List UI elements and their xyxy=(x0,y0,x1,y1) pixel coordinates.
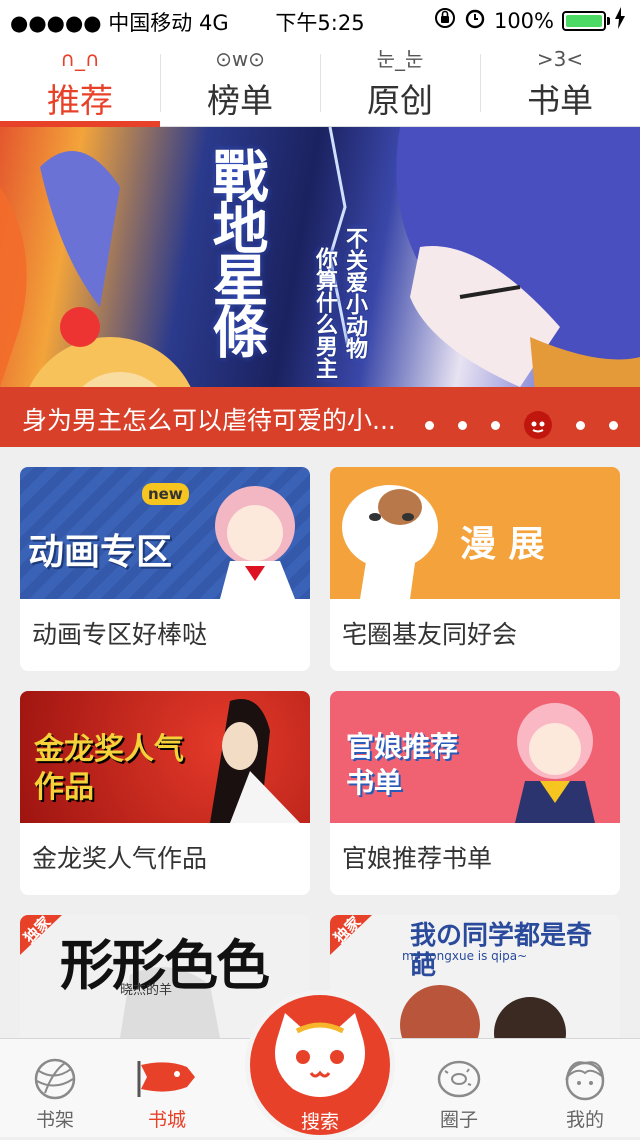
card-title: 官娘推荐书单 xyxy=(342,844,493,873)
category-tabs: ∩_∩ 推荐 ⊙w⊙ 榜单 눈_눈 原创 >3< 书单 xyxy=(0,40,640,127)
tab-emoticon: ∩_∩ xyxy=(60,47,100,71)
nav-label: 圈子 xyxy=(439,1109,478,1131)
carousel-dots xyxy=(425,411,618,439)
card-art-title: 动画专区 xyxy=(28,532,173,573)
carousel-dot[interactable] xyxy=(425,420,434,430)
nav-mine[interactable]: 我的 xyxy=(530,1039,640,1137)
charging-bolt-icon xyxy=(614,7,626,34)
search-button[interactable]: 搜索 xyxy=(245,990,395,1140)
alarm-icon xyxy=(464,7,486,34)
card-art-subtitle: my tongxue is qipa~ xyxy=(402,949,528,963)
status-right: 100% xyxy=(434,7,626,34)
card-art-title: 金龙奖人气作品 xyxy=(34,732,184,805)
donut-icon xyxy=(435,1057,483,1105)
topic-card-exhibition[interactable]: 漫 展 宅圈基友同好会 xyxy=(330,467,620,671)
rotation-lock-icon xyxy=(434,7,456,34)
tab-emoticon: ⊙w⊙ xyxy=(215,47,265,71)
status-bar: ●●●●● 中国移动 4G 下午5:25 100% xyxy=(0,0,640,40)
banner-caption: 身为男主怎么可以虐待可爱的小... xyxy=(22,406,396,435)
topic-card-golden-dragon[interactable]: 金龙奖人气作品 金龙奖人气作品 xyxy=(20,691,310,895)
carousel-dot[interactable] xyxy=(609,420,618,430)
carousel-dot-active-devil-icon[interactable] xyxy=(524,411,552,439)
nav-label: 书城 xyxy=(147,1109,186,1131)
tab-label: 书单 xyxy=(527,81,593,120)
tab-recommend[interactable]: ∩_∩ 推荐 xyxy=(0,40,160,127)
banner-subtitle-1: 不关爱小动物 xyxy=(342,227,367,359)
nav-label: 我的 xyxy=(565,1109,604,1131)
battery-percent: 100% xyxy=(493,8,554,33)
card-title: 金龙奖人气作品 xyxy=(32,844,208,873)
topic-card-official-picks[interactable]: 官娘推荐书单 官娘推荐书单 xyxy=(330,691,620,895)
carousel-dot[interactable] xyxy=(576,420,585,430)
card-art-author: 晓杰的羊 xyxy=(120,983,173,998)
nav-circle[interactable]: 圈子 xyxy=(404,1039,514,1137)
topic-card-animation[interactable]: 动画专区 new 动画专区好棒哒 xyxy=(20,467,310,671)
avatar-icon xyxy=(561,1057,609,1107)
banner-subtitle-2: 你算什么男主 xyxy=(312,247,337,379)
banner-caption-bar: 身为男主怎么可以虐待可爱的小... xyxy=(0,387,640,447)
tab-ranking[interactable]: ⊙w⊙ 榜单 xyxy=(160,40,320,126)
search-label: 搜索 xyxy=(300,1111,339,1133)
card-artwork: 漫 展 xyxy=(330,467,620,599)
yarn-ball-icon xyxy=(31,1057,79,1105)
card-title: 宅圈基友同好会 xyxy=(342,620,518,649)
nav-bookshelf[interactable]: 书架 xyxy=(0,1039,110,1137)
banner-title-art: 戰地星條 xyxy=(203,147,268,355)
tab-label: 榜单 xyxy=(207,81,273,120)
card-artwork: 金龙奖人气作品 xyxy=(20,691,310,823)
cat-mascot-icon xyxy=(275,1013,365,1097)
featured-banner[interactable]: 戰地星條 不关爱小动物 你算什么男主 身为男主怎么可以虐待可爱的小... xyxy=(0,127,640,447)
new-badge: new xyxy=(142,483,189,505)
card-artwork: 官娘推荐书单 xyxy=(330,691,620,823)
tab-emoticon: >3< xyxy=(536,47,584,71)
nav-bookstore[interactable]: 书城 xyxy=(112,1039,222,1137)
tab-original[interactable]: 눈_눈 原创 xyxy=(320,40,480,126)
battery-fill xyxy=(566,14,602,27)
tab-label: 推荐 xyxy=(47,81,113,120)
card-art-title: 漫 展 xyxy=(460,524,545,565)
battery-icon xyxy=(562,10,610,31)
fish-flag-icon xyxy=(137,1057,197,1101)
tab-booklist[interactable]: >3< 书单 xyxy=(480,40,640,126)
carousel-dot[interactable] xyxy=(458,420,467,430)
carousel-dot[interactable] xyxy=(491,420,500,430)
card-art-title: 官娘推荐书单 xyxy=(346,730,459,799)
nav-label: 书架 xyxy=(35,1109,74,1131)
tab-emoticon: 눈_눈 xyxy=(376,47,424,71)
card-title: 动画专区好棒哒 xyxy=(32,620,208,649)
tab-label: 原创 xyxy=(367,81,433,120)
card-artwork: 动画专区 new xyxy=(20,467,310,599)
